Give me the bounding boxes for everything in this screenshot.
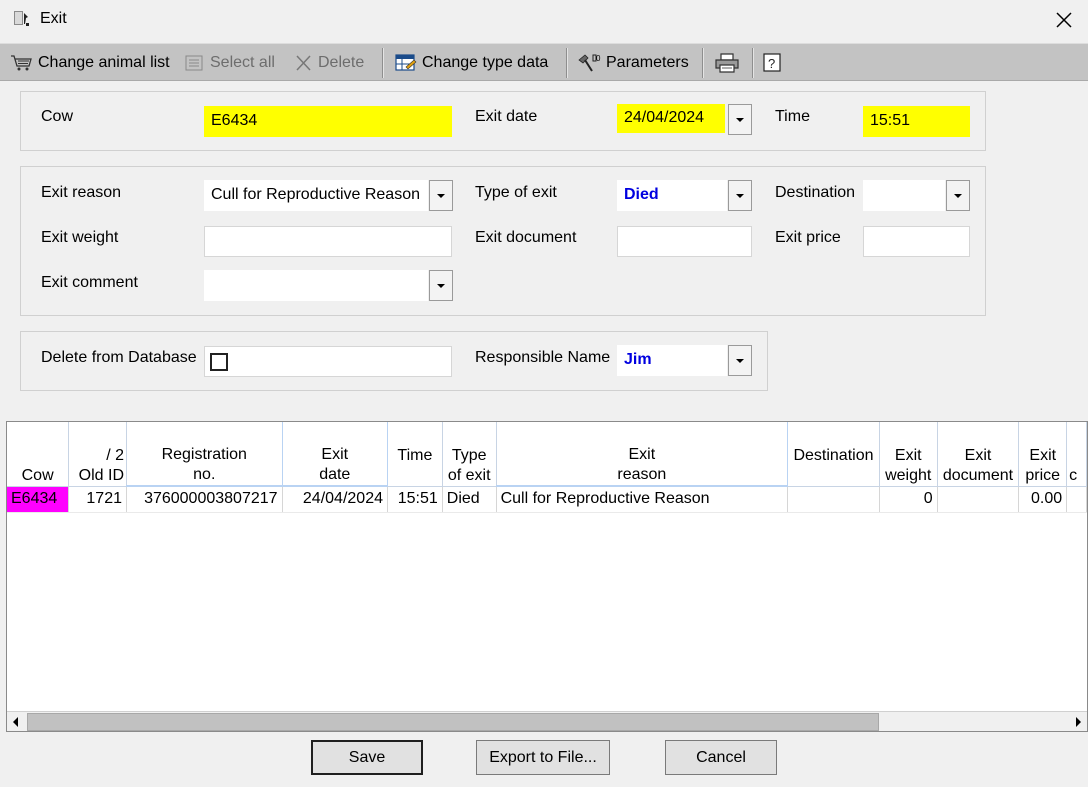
cart-icon	[11, 55, 32, 71]
exit-date-dropdown-button[interactable]	[728, 104, 752, 135]
time-input[interactable]: 15:51	[863, 106, 970, 137]
horizontal-scrollbar[interactable]	[7, 711, 1087, 731]
tools-icon: 0	[578, 54, 601, 72]
parameters-label: Parameters	[606, 54, 689, 71]
col-header-registration-no[interactable]: Registration no.	[126, 422, 283, 487]
help-button[interactable]: ?	[762, 44, 788, 82]
cell-type-of-exit[interactable]: Died	[442, 486, 497, 513]
toolbar-separator	[382, 48, 384, 78]
exit-document-input[interactable]	[617, 226, 752, 257]
table-row[interactable]: E6434 1721 376000003807217 24/04/2024 15…	[7, 486, 1087, 513]
exit-grid[interactable]: Cow / 2 Old ID Registration no. Exit date …	[6, 421, 1088, 732]
table-edit-icon	[395, 54, 417, 71]
cancel-button[interactable]: Cancel	[665, 740, 777, 775]
window-title: Exit	[40, 10, 67, 27]
exit-weight-label: Exit weight	[41, 229, 119, 246]
col-header-cow[interactable]: Cow	[7, 422, 70, 487]
destination-dropdown-button[interactable]	[946, 180, 970, 211]
parameters-button[interactable]: 0 Parameters	[576, 44, 689, 82]
exit-document-label: Exit document	[475, 229, 577, 246]
cell-more[interactable]	[1066, 486, 1087, 513]
save-button[interactable]: Save	[311, 740, 423, 775]
cell-exit-reason[interactable]: Cull for Reproductive Reason	[496, 486, 789, 513]
responsible-name-dropdown-button[interactable]	[728, 345, 752, 376]
col-header-old-id[interactable]: / 2 Old ID	[68, 422, 127, 487]
printer-icon	[715, 53, 739, 73]
exit-price-input[interactable]	[863, 226, 970, 257]
export-to-file-button[interactable]: Export to File...	[476, 740, 610, 775]
change-type-data-button[interactable]: Change type data	[394, 44, 548, 82]
type-of-exit-dropdown-button[interactable]	[728, 180, 752, 211]
select-all-label: Select all	[210, 54, 275, 71]
exit-date-label: Exit date	[475, 108, 538, 125]
exit-date-input[interactable]: 24/04/2024	[617, 104, 725, 133]
col-header-exit-document[interactable]: Exit document	[937, 422, 1020, 487]
toolbar: Change animal list Select all Delete Cha…	[0, 43, 1088, 81]
exit-comment-select[interactable]	[204, 270, 428, 301]
exit-comment-dropdown-button[interactable]	[429, 270, 453, 301]
app-icon	[14, 11, 29, 26]
col-header-type-of-exit[interactable]: Type of exit	[442, 422, 497, 487]
exit-reason-dropdown-button[interactable]	[429, 180, 453, 211]
delete-from-database-field	[204, 346, 452, 377]
cow-input[interactable]: E6434	[204, 106, 452, 137]
exit-reason-label: Exit reason	[41, 184, 122, 201]
list-icon	[185, 55, 203, 71]
time-label: Time	[775, 108, 810, 125]
cow-label: Cow	[41, 108, 74, 125]
delete-label: Delete	[318, 54, 365, 71]
destination-label: Destination	[775, 184, 856, 201]
change-animal-list-button[interactable]: Change animal list	[10, 44, 170, 82]
exit-comment-label: Exit comment	[41, 274, 138, 291]
exit-reason-select[interactable]: Cull for Reproductive Reason	[204, 180, 428, 211]
toolbar-separator	[566, 48, 568, 78]
exit-weight-input[interactable]	[204, 226, 452, 257]
destination-select[interactable]	[863, 180, 945, 211]
col-header-time[interactable]: Time	[387, 422, 443, 487]
responsible-name-select[interactable]: Jim	[617, 345, 727, 376]
delete-x-icon	[296, 55, 311, 71]
cell-exit-document[interactable]	[937, 486, 1020, 513]
col-header-exit-date[interactable]: Exit date	[282, 422, 388, 487]
svg-text:0: 0	[596, 54, 601, 63]
sort-indicator: / 2	[106, 446, 124, 464]
scroll-left-arrow-icon[interactable]	[7, 712, 25, 731]
col-header-exit-reason[interactable]: Exit reason	[496, 422, 789, 487]
col-header-more[interactable]: c	[1066, 422, 1087, 487]
responsible-name-label: Responsible Name	[475, 349, 611, 366]
grid-header-row: Cow / 2 Old ID Registration no. Exit date …	[7, 422, 1087, 487]
type-of-exit-select[interactable]: Died	[617, 180, 727, 211]
help-icon: ?	[763, 53, 781, 72]
cell-cow[interactable]: E6434	[7, 486, 70, 513]
svg-text:?: ?	[768, 56, 775, 71]
title-bar: Exit	[0, 0, 1088, 40]
toolbar-separator	[752, 48, 754, 78]
scroll-right-arrow-icon[interactable]	[1069, 712, 1087, 731]
delete-from-database-label: Delete from Database	[41, 349, 197, 366]
print-button[interactable]	[713, 44, 745, 82]
col-header-exit-price[interactable]: Exit price	[1018, 422, 1068, 487]
delete-button[interactable]: Delete	[294, 44, 364, 82]
cell-time[interactable]: 15:51	[387, 486, 443, 513]
cell-old-id[interactable]: 1721	[68, 486, 127, 513]
cell-destination[interactable]	[787, 486, 880, 513]
col-header-destination[interactable]: Destination	[787, 422, 880, 487]
cell-exit-price[interactable]: 0.00	[1018, 486, 1068, 513]
cell-exit-date[interactable]: 24/04/2024	[282, 486, 388, 513]
select-all-button[interactable]: Select all	[184, 44, 275, 82]
change-type-data-label: Change type data	[422, 54, 549, 71]
cell-registration-no[interactable]: 376000003807217	[126, 486, 283, 513]
scrollbar-thumb[interactable]	[27, 713, 879, 731]
type-of-exit-label: Type of exit	[475, 184, 557, 201]
delete-from-database-checkbox[interactable]	[210, 353, 228, 371]
exit-price-label: Exit price	[775, 229, 841, 246]
change-animal-list-label: Change animal list	[38, 54, 170, 71]
exit-table: Cow / 2 Old ID Registration no. Exit date …	[7, 422, 1087, 513]
cell-exit-weight[interactable]: 0	[879, 486, 938, 513]
col-header-exit-weight[interactable]: Exit weight	[879, 422, 938, 487]
col-header-old-id-label: Old ID	[78, 466, 124, 484]
toolbar-separator	[702, 48, 704, 78]
close-icon[interactable]	[1052, 8, 1076, 32]
